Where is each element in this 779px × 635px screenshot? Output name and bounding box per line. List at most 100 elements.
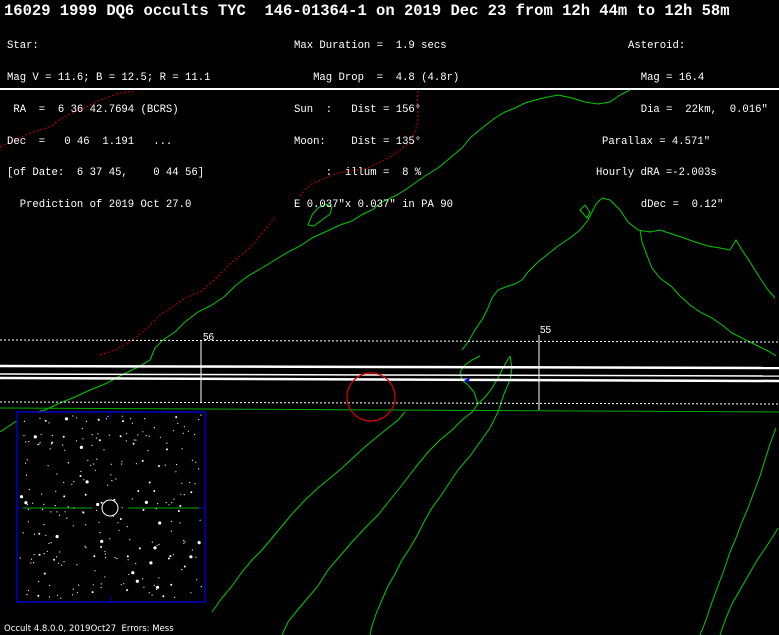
finder-star bbox=[39, 417, 41, 419]
finder-star bbox=[51, 434, 54, 437]
event-info-line: Moon: Dist = 135° bbox=[294, 135, 422, 148]
finder-star bbox=[119, 518, 122, 520]
finder-star bbox=[109, 538, 111, 540]
finder-star bbox=[200, 414, 202, 416]
finder-star bbox=[99, 532, 101, 534]
finder-star bbox=[24, 462, 27, 464]
finder-star bbox=[165, 501, 167, 504]
finder-star bbox=[50, 542, 52, 544]
finder-star bbox=[100, 583, 102, 585]
finder-star bbox=[26, 594, 28, 596]
finder-star bbox=[137, 490, 140, 492]
finder-star bbox=[61, 564, 63, 566]
finder-star bbox=[68, 462, 70, 464]
finder-star bbox=[175, 416, 178, 419]
finder-star bbox=[167, 557, 170, 560]
finder-star bbox=[162, 595, 165, 598]
finder-star bbox=[33, 435, 37, 439]
finder-star bbox=[76, 564, 78, 566]
finder-star bbox=[155, 508, 157, 510]
finder-star bbox=[30, 562, 32, 564]
finder-star bbox=[46, 550, 49, 552]
finder-star bbox=[183, 565, 186, 568]
finder-star bbox=[122, 420, 124, 423]
finder-star bbox=[123, 583, 125, 585]
finder-star bbox=[80, 470, 82, 472]
finder-star bbox=[105, 556, 107, 559]
finder-star bbox=[131, 571, 135, 575]
star-info-block: Star: Mag V = 11.6; B = 12.5; R = 11.1 R… bbox=[7, 20, 210, 221]
star-info-line: RA = 6 36 42.7694 (BCRS) bbox=[7, 103, 179, 116]
finder-star bbox=[63, 495, 66, 498]
finder-star bbox=[48, 542, 50, 545]
event-info-line: E 0.037"x 0.037" in PA 90 bbox=[294, 199, 453, 212]
coastline-east-upper bbox=[579, 204, 591, 219]
finder-star bbox=[92, 584, 94, 586]
finder-star bbox=[112, 515, 114, 517]
finder-star bbox=[104, 553, 106, 555]
finder-star bbox=[23, 435, 25, 437]
finder-star bbox=[130, 418, 132, 420]
star-info-line: [of Date: 6 37 45, 0 44 56] bbox=[7, 167, 205, 180]
finder-star bbox=[85, 547, 87, 549]
path-edge-south bbox=[0, 376, 779, 383]
finder-star bbox=[94, 570, 96, 572]
finder-star bbox=[56, 473, 58, 475]
border-line-2 bbox=[99, 214, 277, 356]
finder-star bbox=[63, 481, 65, 484]
finder-star bbox=[170, 520, 172, 523]
finder-star bbox=[145, 435, 147, 437]
coastline-southeast bbox=[699, 427, 777, 635]
finder-star bbox=[187, 430, 189, 432]
finder-star bbox=[47, 465, 49, 467]
finder-star bbox=[41, 508, 44, 510]
finder-star bbox=[25, 441, 27, 443]
finder-star bbox=[156, 588, 158, 591]
finder-star bbox=[121, 463, 123, 465]
coastline-far-east bbox=[719, 527, 779, 635]
finder-star bbox=[53, 558, 56, 561]
finder-star bbox=[43, 503, 45, 505]
finder-star bbox=[198, 468, 200, 470]
finder-star bbox=[116, 558, 118, 560]
finder-star bbox=[195, 461, 197, 463]
star-info-line: Prediction of 2019 Oct 27.0 bbox=[7, 199, 192, 212]
finder-star bbox=[135, 579, 139, 583]
finder-star bbox=[19, 557, 21, 559]
finder-star bbox=[179, 522, 181, 524]
finder-star bbox=[135, 562, 137, 565]
finder-star bbox=[28, 440, 30, 443]
finder-star bbox=[49, 448, 51, 450]
finder-star bbox=[62, 444, 64, 446]
finder-star bbox=[170, 583, 173, 586]
finder-star bbox=[166, 442, 168, 444]
finder-star bbox=[85, 480, 89, 484]
finder-star bbox=[44, 419, 47, 422]
finder-star bbox=[71, 483, 73, 485]
finder-star bbox=[113, 498, 116, 501]
finder-star bbox=[38, 532, 41, 535]
finder-star bbox=[144, 500, 148, 504]
finder-star bbox=[121, 460, 123, 462]
finder-star bbox=[50, 511, 52, 513]
finder-star bbox=[100, 546, 103, 548]
finder-star bbox=[137, 434, 139, 436]
finder-star bbox=[39, 442, 41, 444]
asteroid-info-line: Mag = 16.4 bbox=[628, 71, 705, 84]
finder-star bbox=[100, 539, 104, 544]
asteroid-info-line: dDec = 0.12" bbox=[628, 199, 724, 212]
finder-star bbox=[159, 436, 161, 438]
finder-star bbox=[157, 465, 160, 468]
finder-star bbox=[119, 435, 122, 438]
finder-star bbox=[153, 546, 157, 550]
finder-star bbox=[142, 578, 144, 580]
finder-star bbox=[175, 471, 177, 473]
event-info-line: Mag Drop = 4.8 (4.8r) bbox=[294, 71, 460, 84]
finder-star bbox=[125, 440, 127, 442]
finder-star bbox=[158, 543, 160, 546]
finder-star bbox=[91, 591, 94, 594]
finder-star bbox=[87, 459, 89, 461]
finder-star bbox=[51, 441, 54, 444]
finder-star bbox=[83, 479, 85, 481]
finder-star bbox=[91, 434, 93, 436]
